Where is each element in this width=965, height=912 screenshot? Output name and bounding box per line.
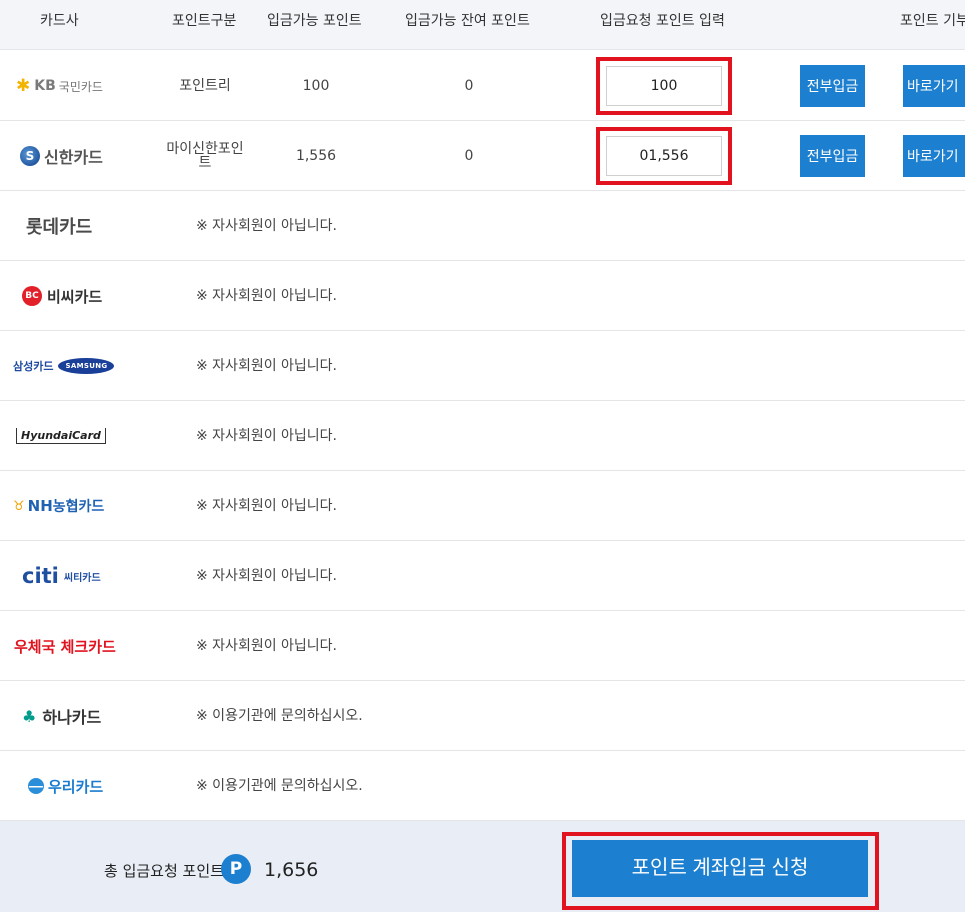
row-message: ※ 자사회원이 아닙니다. (196, 498, 338, 514)
remaining-points: 0 (464, 148, 474, 164)
table-row-citi: citi 씨티카드 ※ 자사회원이 아닙니다. (0, 541, 965, 611)
point-type: 포인트리 (179, 78, 231, 94)
row-message: ※ 이용기관에 문의하십시오. (196, 778, 363, 794)
row-message: ※ 자사회원이 아닙니다. (196, 358, 338, 374)
shinhan-ball-icon: S (20, 146, 40, 166)
bc-circle-icon: BC (22, 286, 42, 306)
kb-star-icon: ✱ (16, 76, 31, 96)
point-request-input[interactable] (606, 136, 722, 176)
row-message: ※ 이용기관에 문의하십시오. (196, 708, 363, 724)
header-point-type: 포인트구분 (172, 13, 237, 29)
shinhan-card-logo: S 신한카드 (20, 121, 103, 191)
table-row-nh: ♉ NH 농협카드 ※ 자사회원이 아닙니다. (0, 471, 965, 541)
table-row-hana: ♣ 하나카드 ※ 이용기관에 문의하십시오. (0, 681, 965, 751)
header-card-company: 카드사 (40, 13, 79, 29)
row-message: ※ 자사회원이 아닙니다. (196, 428, 338, 444)
remaining-points: 0 (464, 78, 474, 94)
table-row-lotte: 롯데카드 ※ 자사회원이 아닙니다. (0, 191, 965, 261)
woori-card-logo: 우리카드 (28, 751, 103, 821)
table-row-shinhan: S 신한카드 마이신한포인트 1,556 0 전부입금 바로가기 (0, 121, 965, 191)
row-message: ※ 자사회원이 아닙니다. (196, 568, 338, 584)
submit-point-deposit-button[interactable]: 포인트 계좌입금 신청 (572, 840, 868, 897)
hana-mark-icon: ♣ (22, 706, 37, 726)
go-button[interactable]: 바로가기 (903, 135, 965, 177)
summary-footer: 총 입금요청 포인트 P 1,656 포인트 계좌입금 신청 (0, 821, 965, 912)
table-row-hyundai: HyundaiCard ※ 자사회원이 아닙니다. (0, 401, 965, 471)
available-points: 100 (302, 78, 330, 94)
header-donate: 포인트 기부 (900, 13, 965, 29)
available-points: 1,556 (295, 148, 337, 164)
nh-card-logo: ♉ NH 농협카드 (13, 497, 105, 515)
total-request-label: 총 입금요청 포인트 (104, 862, 224, 880)
table-row-post: 우체국 체크카드 ※ 자사회원이 아닙니다. (0, 611, 965, 681)
table-row-bc: BC 비씨카드 ※ 자사회원이 아닙니다. (0, 261, 965, 331)
point-badge-icon: P (221, 854, 251, 884)
header-remaining-points: 입금가능 잔여 포인트 (405, 13, 530, 29)
bc-card-logo: BC 비씨카드 (22, 261, 102, 331)
woori-circle-icon (28, 778, 44, 794)
citi-card-logo: citi 씨티카드 (22, 564, 101, 588)
header-available-points: 입금가능 포인트 (267, 13, 362, 29)
table-row-samsung: 삼성카드 SAMSUNG ※ 자사회원이 아닙니다. (0, 331, 965, 401)
table-row-woori: 우리카드 ※ 이용기관에 문의하십시오. (0, 751, 965, 821)
hana-card-logo: ♣ 하나카드 (22, 706, 102, 728)
row-message: ※ 자사회원이 아닙니다. (196, 638, 338, 654)
point-type: 마이신한포인트 (166, 141, 244, 171)
hyundai-card-logo: HyundaiCard (16, 401, 106, 471)
samsung-card-logo: 삼성카드 SAMSUNG (13, 331, 115, 401)
row-message: ※ 자사회원이 아닙니다. (196, 218, 338, 234)
total-request-value: 1,656 (264, 859, 319, 881)
point-request-input[interactable] (606, 66, 722, 106)
go-button[interactable]: 바로가기 (903, 65, 965, 107)
table-row-kb: ✱ KB 국민카드 포인트리 100 0 전부입금 바로가기 (0, 51, 965, 121)
deposit-all-button[interactable]: 전부입금 (800, 65, 865, 107)
nh-mark-icon: ♉ (13, 498, 25, 514)
header-request-input: 입금요청 포인트 입력 (600, 13, 725, 29)
lotte-card-logo: 롯데카드 (26, 217, 93, 238)
kb-card-logo: ✱ KB 국민카드 (16, 76, 103, 96)
deposit-all-button[interactable]: 전부입금 (800, 135, 865, 177)
post-check-card-logo: 우체국 체크카드 (14, 637, 116, 656)
table-header: 카드사 포인트구분 입금가능 포인트 입금가능 잔여 포인트 입금요청 포인트 … (0, 0, 965, 50)
row-message: ※ 자사회원이 아닙니다. (196, 288, 338, 304)
